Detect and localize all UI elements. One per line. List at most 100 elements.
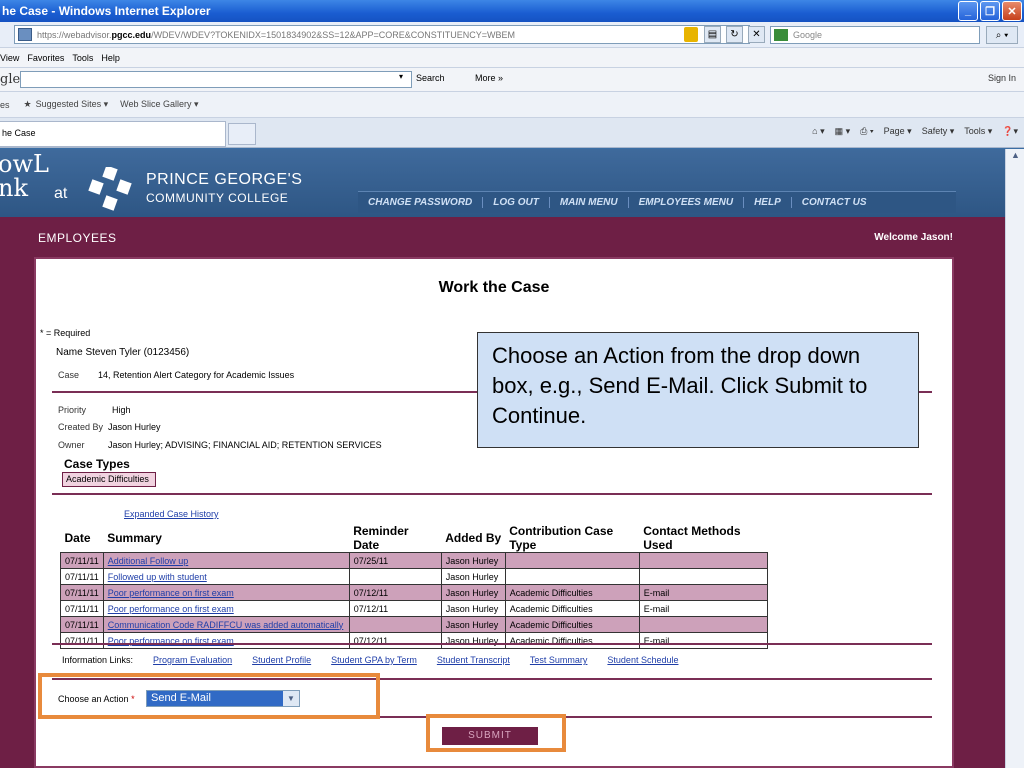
cell-summary: Additional Follow up	[102, 552, 350, 569]
google-search-button[interactable]: Search	[416, 73, 445, 83]
nav-change-password[interactable]: CHANGE PASSWORD	[358, 197, 484, 208]
brand-line-1: owL	[0, 150, 49, 178]
link-student-gpa[interactable]: Student GPA by Term	[331, 655, 417, 665]
table-row: 07/11/11 Poor performance on first exam …	[60, 600, 768, 617]
feeds-icon[interactable]: ▦ ▾	[835, 126, 851, 137]
cell-type: Academic Difficulties	[504, 632, 640, 649]
stop-icon[interactable]: ✕	[748, 26, 765, 43]
table-row: 07/11/11 Followed up with student Jason …	[60, 568, 768, 585]
cell-type: Academic Difficulties	[504, 600, 640, 617]
signin-button[interactable]: Sign In	[988, 73, 1016, 83]
cell-contact: E-mail	[638, 632, 768, 649]
summary-link[interactable]: Communication Code RADIFFCU was added au…	[108, 620, 344, 630]
site-header: owL nk at PRINCE GEORGE'S COMMUNITY COLL…	[0, 149, 1005, 217]
favorites-bar: es ★ Suggested Sites ▾ Web Slice Gallery…	[0, 92, 1024, 118]
page-viewport: owL nk at PRINCE GEORGE'S COMMUNITY COLL…	[0, 149, 1005, 768]
chevron-down-icon[interactable]: ▾	[399, 72, 403, 81]
tools-menu[interactable]: Tools ▾	[964, 126, 992, 137]
nav-employees-menu[interactable]: EMPLOYEES MENU	[629, 197, 745, 208]
summary-link[interactable]: Poor performance on first exam	[108, 604, 234, 614]
google-toolbar: gle ▾ Search More » Sign In	[0, 68, 1024, 92]
new-tab-button[interactable]	[228, 123, 256, 145]
link-student-schedule[interactable]: Student Schedule	[607, 655, 678, 665]
col-summary: Summary	[107, 531, 162, 545]
submit-button[interactable]: SUBMIT	[442, 727, 538, 745]
section-title: EMPLOYEES	[38, 231, 117, 245]
cell-added-by: Jason Hurley	[440, 568, 506, 585]
col-type: Contribution Case Type	[509, 524, 614, 552]
owner-value: Jason Hurley; ADVISING; FINANCIAL AID; R…	[108, 440, 382, 450]
info-links-label: Information Links:	[62, 655, 134, 665]
tab-work-the-case[interactable]: he Case	[0, 121, 226, 147]
google-search-input[interactable]	[20, 71, 412, 88]
summary-link[interactable]: Poor performance on first exam	[108, 588, 234, 598]
cell-added-by: Jason Hurley	[440, 584, 506, 601]
cell-added-by: Jason Hurley	[440, 552, 506, 569]
link-student-profile[interactable]: Student Profile	[252, 655, 311, 665]
summary-link[interactable]: Additional Follow up	[108, 556, 189, 566]
search-go-button[interactable]: ⌕ ▾	[986, 26, 1018, 44]
close-button[interactable]: ✕	[1002, 1, 1022, 21]
refresh-icon[interactable]: ↻	[726, 26, 743, 43]
cell-reminder	[348, 616, 442, 633]
chevron-down-icon[interactable]: ▼	[283, 691, 299, 706]
expanded-history-link[interactable]: Expanded Case History	[124, 509, 219, 519]
menu-view[interactable]: View	[0, 53, 19, 63]
divider	[52, 493, 932, 495]
cell-date: 07/11/11	[60, 632, 104, 649]
case-value: 14, Retention Alert Category for Academi…	[98, 370, 295, 380]
command-bar: ⌂ ▾ ▦ ▾ ⎙ ▾ Page ▾ Safety ▾ Tools ▾ ❓▾	[812, 126, 1018, 137]
cell-date: 07/11/11	[60, 568, 104, 585]
favorites-label[interactable]: es	[0, 100, 10, 110]
suggested-sites-link[interactable]: Suggested Sites ▾	[36, 99, 109, 110]
link-student-transcript[interactable]: Student Transcript	[437, 655, 510, 665]
address-prefix: https://webadvisor.	[37, 29, 112, 40]
help-icon[interactable]: ❓▾	[1002, 126, 1018, 137]
cell-reminder: 07/25/11	[348, 552, 442, 569]
nav-help[interactable]: HELP	[744, 197, 792, 208]
minimize-button[interactable]: _	[958, 1, 978, 21]
tab-row: he Case ⌂ ▾ ▦ ▾ ⎙ ▾ Page ▾ Safety ▾ Tool…	[0, 118, 1024, 148]
address-bar[interactable]: https://webadvisor. pgcc.edu/WDEV/WDEV?TO…	[14, 25, 750, 44]
google-more-button[interactable]: More »	[475, 73, 503, 83]
maximize-button[interactable]: ❐	[980, 1, 1000, 21]
nav-main-menu[interactable]: MAIN MENU	[550, 197, 629, 208]
nav-log-out[interactable]: LOG OUT	[483, 197, 550, 208]
cell-date: 07/11/11	[60, 584, 104, 601]
nav-contact-us[interactable]: CONTACT US	[792, 197, 877, 208]
summary-link[interactable]: Followed up with student	[108, 572, 207, 582]
scroll-up-icon[interactable]: ▲	[1007, 150, 1024, 166]
window-title: he Case - Windows Internet Explorer	[2, 4, 211, 18]
lock-icon[interactable]	[684, 27, 698, 42]
link-program-evaluation[interactable]: Program Evaluation	[153, 655, 232, 665]
table-row: 07/11/11 Poor performance on first exam …	[60, 584, 768, 601]
case-types-title: Case Types	[64, 457, 130, 471]
home-icon[interactable]: ⌂ ▾	[812, 126, 824, 137]
search-input[interactable]: Google	[770, 26, 980, 44]
priority-value: High	[112, 405, 131, 415]
cell-summary: Poor performance on first exam	[102, 584, 350, 601]
scrollbar[interactable]: ▲	[1005, 149, 1024, 768]
print-icon[interactable]: ⎙ ▾	[860, 126, 873, 137]
menu-tools[interactable]: Tools	[72, 53, 93, 63]
menu-help[interactable]: Help	[101, 53, 120, 63]
action-label: Choose an Action *	[58, 694, 135, 704]
action-select[interactable]: Send E-Mail ▼	[146, 690, 300, 707]
safety-menu[interactable]: Safety ▾	[922, 126, 955, 137]
cell-contact	[638, 568, 768, 585]
cell-type	[504, 552, 640, 569]
page-menu[interactable]: Page ▾	[884, 126, 912, 137]
cell-date: 07/11/11	[60, 600, 104, 617]
compat-icon[interactable]: ▤	[704, 26, 721, 43]
link-test-summary[interactable]: Test Summary	[530, 655, 588, 665]
college-logo-icon	[88, 167, 132, 211]
menu-favorites[interactable]: Favorites	[27, 53, 64, 63]
brand-at: at	[54, 185, 68, 202]
welcome-text: Welcome Jason!	[874, 232, 953, 243]
address-rest: /WDEV/WDEV?TOKENIDX=1501834902&SS=12&APP…	[151, 29, 516, 40]
web-slice-gallery-link[interactable]: Web Slice Gallery ▾	[120, 99, 198, 110]
col-added-by: Added By	[445, 531, 502, 545]
action-selected: Send E-Mail	[151, 692, 211, 704]
star-icon[interactable]: ★	[24, 99, 32, 110]
cell-contact	[638, 552, 768, 569]
